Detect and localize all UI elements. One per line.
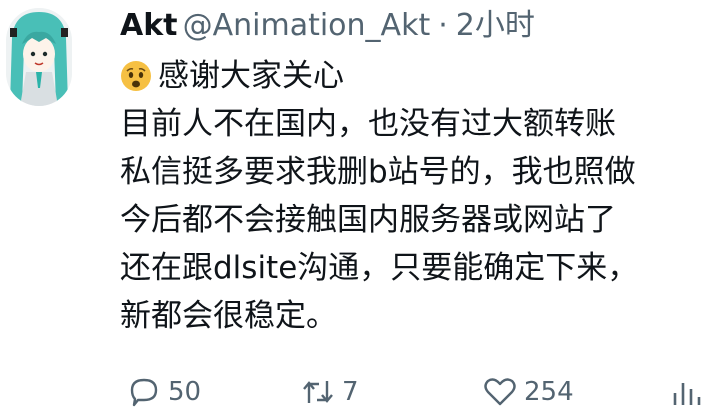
views-button[interactable] [668,375,710,409]
post-line-6: 新都会很稳定。 [120,298,337,334]
like-count: 254 [524,377,574,407]
post-line-text: 感谢大家关心 [158,58,344,94]
avatar[interactable] [6,8,72,106]
heart-icon [484,378,516,406]
post-time[interactable]: 2小时 [456,8,535,43]
repost-count: 7 [342,377,359,407]
repost-button[interactable]: 7 [300,375,359,409]
like-button[interactable]: 254 [482,375,574,409]
post-line-2: 目前人不在国内，也没有过大额转账 [120,106,616,142]
reply-count: 50 [168,377,202,407]
bar-chart-icon [673,383,701,405]
repost-icon [303,381,333,403]
reply-icon [130,378,158,407]
avatar-image [6,8,72,106]
action-bar: 50 7 254 [120,372,720,412]
post-header: Akt @Animation_Akt · 2小时 [120,0,535,44]
post-line-5: 还在跟dlsite沟通，只要能确定下来， [120,250,639,286]
reply-button[interactable]: 50 [126,375,201,409]
post-line-4: 今后都不会接触国内服务器或网站了 [120,202,616,238]
separator-dot: · [438,8,448,43]
worried-face-icon [121,61,151,91]
post-line-3: 私信挺多要求我删b站号的，我也照做 [120,154,636,190]
author-handle[interactable]: @Animation_Akt [183,8,431,43]
post-body: 感谢大家关心 目前人不在国内，也没有过大额转账 私信挺多要求我删b站号的，我也照… [120,52,720,340]
author-name[interactable]: Akt [120,8,178,43]
post-line-1: 感谢大家关心 [120,52,720,100]
